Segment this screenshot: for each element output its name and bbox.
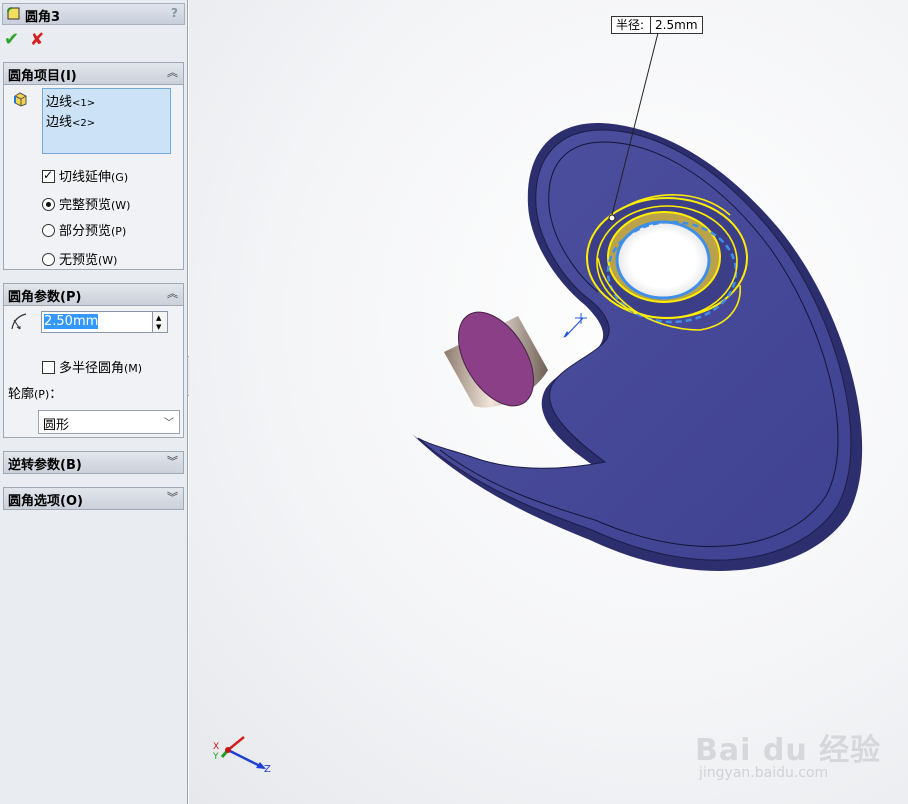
cursor-marker-icon bbox=[563, 313, 587, 338]
help-icon[interactable]: ? bbox=[171, 6, 178, 20]
tangent-propagation-label: 切线延伸 bbox=[59, 170, 112, 185]
cylinder-body[interactable] bbox=[443, 299, 549, 419]
triad-x-label: X bbox=[213, 742, 220, 752]
fillet-options-title: 圆角选项(O) bbox=[8, 494, 83, 509]
shortcut-key: (P) bbox=[34, 388, 50, 401]
feature-title: 圆角3 bbox=[25, 10, 61, 25]
expand-chevron-icon[interactable]: ︾ bbox=[167, 453, 178, 469]
edges-selection-list[interactable]: 边线<1> 边线<2> bbox=[42, 88, 171, 154]
setback-params-group[interactable]: 逆转参数(B) ︾ bbox=[3, 451, 184, 474]
coordinate-triad-icon bbox=[220, 736, 266, 770]
callout-anchor-point bbox=[608, 214, 616, 222]
profile-label: 轮廓(P)： bbox=[8, 383, 62, 402]
multi-radius-label: 多半径圆角 bbox=[59, 361, 125, 376]
partial-preview-radio[interactable]: 部分预览(P) bbox=[42, 220, 126, 239]
triad-y-label: Y bbox=[213, 752, 219, 762]
checkbox-box[interactable] bbox=[42, 168, 55, 183]
radio-button[interactable] bbox=[42, 198, 55, 211]
shortcut-key: (P) bbox=[111, 225, 127, 238]
list-item[interactable]: 边线<1> bbox=[46, 91, 95, 110]
spin-up-icon[interactable]: ▲ bbox=[156, 314, 161, 322]
feature-title-bar: 圆角3 ? bbox=[2, 3, 185, 25]
triad-z-label: Z bbox=[264, 764, 271, 775]
callout-label: 半径: bbox=[612, 17, 652, 33]
fillet-params-header[interactable]: 圆角参数(P) ︽ bbox=[4, 284, 183, 306]
collapse-chevron-icon[interactable]: ︽ bbox=[167, 64, 178, 80]
profile-selected-value: 圆形 bbox=[43, 418, 70, 433]
baidu-watermark-logo: Bai du 经验 bbox=[695, 733, 882, 768]
fillet-options-group[interactable]: 圆角选项(O) ︾ bbox=[3, 487, 184, 510]
cancel-x-icon[interactable]: ✘ bbox=[30, 31, 48, 49]
model-canvas[interactable] bbox=[189, 0, 908, 804]
property-manager-panel: 圆角3 ? ✔ ✘ 圆角项目(I) ︽ 边线<1> 边线<2> 切线延伸(G) … bbox=[0, 0, 188, 804]
no-preview-radio[interactable]: 无预览(W) bbox=[42, 249, 117, 268]
radius-spinner[interactable]: ▲ ▼ bbox=[152, 311, 168, 333]
tangent-propagation-checkbox[interactable]: 切线延伸(G) bbox=[42, 166, 128, 185]
shortcut-key: (W) bbox=[111, 199, 131, 212]
radio-button[interactable] bbox=[42, 253, 55, 266]
fillet-params-title: 圆角参数(P) bbox=[8, 290, 82, 305]
ok-check-icon[interactable]: ✔ bbox=[4, 31, 22, 49]
radius-input[interactable]: 2.50mm bbox=[41, 311, 153, 333]
fillet-options-header[interactable]: 圆角选项(O) ︾ bbox=[4, 488, 183, 509]
shortcut-key: (G) bbox=[111, 171, 129, 184]
callout-value[interactable]: 2.5mm bbox=[651, 17, 701, 33]
baidu-watermark-url: jingyan.baidu.com bbox=[699, 765, 829, 781]
list-item[interactable]: 边线<2> bbox=[46, 111, 95, 130]
setback-params-header[interactable]: 逆转参数(B) ︾ bbox=[4, 452, 183, 473]
setback-params-title: 逆转参数(B) bbox=[8, 458, 82, 473]
profile-label-text: 轮廓 bbox=[8, 387, 35, 402]
fillet-params-group: 圆角参数(P) ︽ 2.50mm ▲ ▼ 多半径圆角(M) 轮廓(P)： 圆形 … bbox=[3, 283, 184, 438]
hole-opening[interactable] bbox=[615, 220, 711, 300]
graphics-viewport[interactable]: 半径: 2.5mm X Y Z Bai du 经验 jingyan.baidu.… bbox=[189, 0, 908, 804]
chevron-down-icon[interactable]: ﹀ bbox=[164, 414, 174, 429]
shortcut-key: (W) bbox=[98, 254, 118, 267]
radius-value: 2.50mm bbox=[44, 314, 99, 329]
spin-down-icon[interactable]: ▼ bbox=[156, 323, 161, 331]
fillet-items-group: 圆角项目(I) ︽ 边线<1> 边线<2> 切线延伸(G) 完整预览(W) 部分… bbox=[3, 62, 184, 270]
radius-callout[interactable]: 半径: 2.5mm bbox=[611, 16, 703, 34]
shortcut-key: (M) bbox=[124, 362, 143, 375]
full-preview-radio[interactable]: 完整预览(W) bbox=[42, 194, 130, 213]
radius-icon bbox=[11, 313, 27, 330]
checkbox-box[interactable] bbox=[42, 361, 55, 374]
edge-index: <2> bbox=[72, 118, 96, 129]
edge-index: <1> bbox=[72, 98, 96, 109]
collapse-chevron-icon[interactable]: ︽ bbox=[167, 285, 178, 301]
radio-label: 无预览 bbox=[59, 253, 99, 268]
fillet-items-header[interactable]: 圆角项目(I) ︽ bbox=[4, 63, 183, 85]
radio-button[interactable] bbox=[42, 224, 55, 237]
fillet-items-title: 圆角项目(I) bbox=[8, 69, 77, 84]
edge-name: 边线 bbox=[46, 115, 73, 130]
radio-label: 部分预览 bbox=[59, 224, 112, 239]
profile-dropdown[interactable]: 圆形 ﹀ bbox=[38, 410, 180, 434]
multi-radius-checkbox[interactable]: 多半径圆角(M) bbox=[42, 357, 142, 376]
radio-label: 完整预览 bbox=[59, 198, 112, 213]
edge-selection-icon bbox=[14, 92, 27, 107]
profile-colon: ： bbox=[49, 387, 63, 402]
expand-chevron-icon[interactable]: ︾ bbox=[167, 489, 178, 505]
edge-name: 边线 bbox=[46, 95, 73, 110]
fillet-feature-icon bbox=[7, 7, 20, 20]
